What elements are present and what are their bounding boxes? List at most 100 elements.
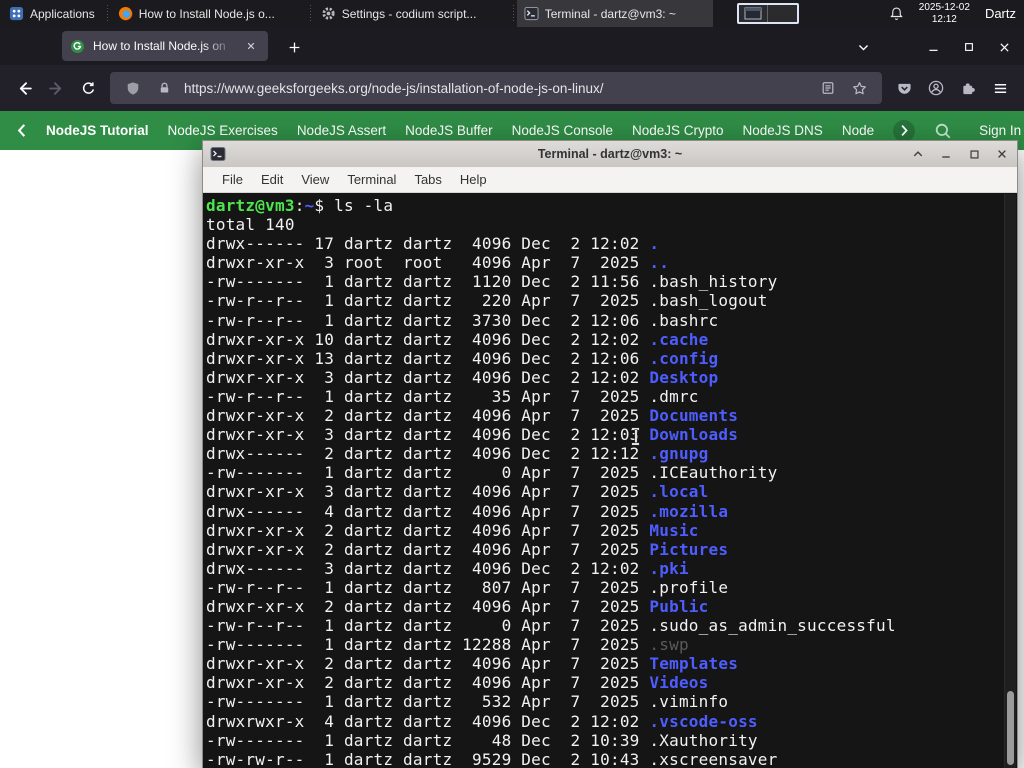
menu-tabs[interactable]: Tabs — [405, 172, 450, 187]
terminal-line: drwxr-xr-x 3 dartz dartz 4096 Apr 7 2025… — [206, 482, 709, 502]
back-arrow-icon — [19, 81, 32, 95]
gfg-nav-item[interactable]: NodeJS Console — [512, 123, 613, 138]
gfg-nav-item[interactable]: NodeJS Assert — [297, 123, 386, 138]
reload-icon — [82, 81, 94, 94]
pocket-button[interactable] — [888, 72, 920, 104]
terminal-scrollbar[interactable] — [1004, 194, 1016, 768]
applications-icon — [9, 6, 24, 21]
new-tab-button[interactable] — [282, 36, 306, 58]
terminal-line: drwxr-xr-x 13 dartz dartz 4096 Dec 2 12:… — [206, 348, 719, 368]
sign-in-button[interactable]: Sign In — [979, 123, 1021, 138]
menu-file[interactable]: File — [213, 172, 252, 187]
bookmark-star-icon[interactable] — [848, 77, 870, 99]
terminal-line: drwxr-xr-x 2 dartz dartz 4096 Apr 7 2025… — [206, 596, 709, 616]
terminal-line: -rw-r--r-- 1 dartz dartz 35 Apr 7 2025 .… — [206, 386, 699, 406]
window-close-button[interactable] — [993, 38, 1015, 56]
terminal-minimize-button[interactable] — [938, 146, 954, 162]
tab-close-icon[interactable] — [242, 37, 260, 55]
reload-button[interactable] — [72, 72, 104, 104]
browser-tab[interactable]: How to Install Node.js on — [62, 31, 268, 61]
terminal-output[interactable]: dartz@vm3:~$ ls -la total 140 drwx------ 1… — [203, 193, 1017, 768]
menu-view[interactable]: View — [292, 172, 338, 187]
scrollbar-thumb[interactable] — [1007, 691, 1014, 765]
panel-separator — [106, 4, 108, 23]
gear-icon — [321, 6, 336, 21]
workspace-switcher[interactable] — [736, 3, 799, 24]
terminal-line: drwx------ 2 dartz dartz 4096 Dec 2 12:1… — [206, 444, 709, 464]
window-maximize-button[interactable] — [958, 38, 980, 56]
account-button[interactable] — [920, 72, 952, 104]
panel-user-label[interactable]: Dartz — [985, 6, 1016, 21]
applications-menu-button[interactable]: Applications — [0, 0, 104, 27]
terminal-line: -rw-r--r-- 1 dartz dartz 807 Apr 7 2025 … — [206, 577, 729, 597]
menu-terminal[interactable]: Terminal — [338, 172, 405, 187]
panel-clock[interactable]: 2025-12-02 12:12 — [919, 2, 970, 25]
back-button[interactable] — [8, 72, 40, 104]
minimize-icon — [942, 156, 950, 158]
gfg-nav-item[interactable]: NodeJS Crypto — [632, 123, 724, 138]
gfg-nav-item[interactable]: NodeJS Exercises — [168, 123, 278, 138]
window-minimize-button[interactable] — [922, 38, 944, 56]
terminal-window: Terminal - dartz@vm3: ~ File Edit View T… — [202, 140, 1018, 768]
terminal-line: dartz@vm3:~$ ls -la — [206, 196, 394, 215]
workspace-active[interactable] — [739, 5, 768, 22]
menu-button[interactable] — [984, 72, 1016, 104]
lock-icon[interactable] — [153, 77, 175, 99]
plus-icon — [289, 42, 299, 52]
minimize-icon — [928, 49, 938, 51]
panel-status-area: 2025-12-02 12:12 Dartz — [889, 0, 1024, 27]
chevron-down-icon — [858, 44, 868, 51]
taskbar-item-firefox[interactable]: How to Install Node.js o... — [111, 0, 307, 27]
nav-chevron-left-icon[interactable] — [16, 123, 27, 138]
terminal-icon — [524, 6, 539, 21]
terminal-line: -rw-rw-r-- 1 dartz dartz 9529 Dec 2 10:4… — [206, 749, 778, 768]
tab-title: How to Install Node.js on — [93, 39, 226, 53]
terminal-line: drwxrwxr-x 4 dartz dartz 4096 Dec 2 12:0… — [206, 711, 758, 731]
bell-icon[interactable] — [889, 6, 904, 21]
terminal-line: drwxr-xr-x 3 root root 4096 Apr 7 2025 .… — [206, 253, 670, 273]
terminal-shade-button[interactable] — [910, 146, 926, 162]
terminal-maximize-button[interactable] — [966, 146, 982, 162]
terminal-line: drwxr-xr-x 2 dartz dartz 4096 Apr 7 2025… — [206, 406, 739, 426]
tab-bar: How to Install Node.js on — [0, 27, 1024, 65]
taskbar-item-terminal[interactable]: Terminal - dartz@vm3: ~ — [516, 0, 713, 27]
workspace-2[interactable] — [767, 5, 797, 22]
navigation-toolbar: https://www.geeksforgeeks.org/node-js/in… — [0, 65, 1024, 111]
gfg-nav-item[interactable]: NodeJS Buffer — [405, 123, 493, 138]
terminal-line: drwx------ 4 dartz dartz 4096 Apr 7 2025… — [206, 501, 729, 521]
taskbar-item-settings[interactable]: Settings - codium script... — [314, 0, 510, 27]
terminal-line: -rw------- 1 dartz dartz 0 Apr 7 2025 .I… — [206, 463, 778, 483]
reader-view-icon[interactable] — [817, 77, 839, 99]
search-icon[interactable] — [934, 122, 952, 140]
terminal-close-button[interactable] — [994, 146, 1010, 162]
tracking-shield-icon[interactable] — [122, 77, 144, 99]
task-title: Settings - codium script... — [341, 6, 477, 21]
gfg-nav-item[interactable]: Node — [842, 123, 874, 138]
terminal-title-bar[interactable]: Terminal - dartz@vm3: ~ — [203, 141, 1017, 167]
terminal-line: -rw------- 1 dartz dartz 532 Apr 7 2025 … — [206, 692, 729, 712]
forward-button[interactable] — [40, 72, 72, 104]
maximize-icon — [969, 149, 979, 159]
chevron-right-icon — [901, 125, 908, 136]
close-icon — [998, 150, 1006, 158]
firefox-icon — [118, 6, 133, 21]
account-icon — [928, 80, 944, 96]
clock-time: 12:12 — [931, 13, 957, 25]
mini-window-icon — [744, 7, 762, 20]
terminal-window-controls — [910, 146, 1010, 162]
terminal-line: drwx------ 3 dartz dartz 4096 Dec 2 12:0… — [206, 558, 689, 578]
menu-edit[interactable]: Edit — [252, 172, 292, 187]
extensions-button[interactable] — [952, 72, 984, 104]
menu-help[interactable]: Help — [451, 172, 496, 187]
terminal-line: -rw-r--r-- 1 dartz dartz 220 Apr 7 2025 … — [206, 291, 768, 311]
terminal-line: drwxr-xr-x 10 dartz dartz 4096 Dec 2 12:… — [206, 329, 709, 349]
url-bar[interactable]: https://www.geeksforgeeks.org/node-js/in… — [110, 72, 882, 104]
nav-scroll-right-button[interactable] — [893, 119, 916, 142]
terminal-line: drwxr-xr-x 2 dartz dartz 4096 Apr 7 2025… — [206, 654, 739, 674]
geeksforgeeks-favicon — [70, 39, 85, 54]
list-all-tabs-button[interactable] — [852, 38, 874, 56]
gfg-nav-item[interactable]: NodeJS Tutorial — [46, 123, 149, 138]
maximize-icon — [965, 43, 973, 51]
desktop: Applications How to Install Node.js o...… — [0, 0, 1024, 768]
gfg-nav-item[interactable]: NodeJS DNS — [743, 123, 823, 138]
